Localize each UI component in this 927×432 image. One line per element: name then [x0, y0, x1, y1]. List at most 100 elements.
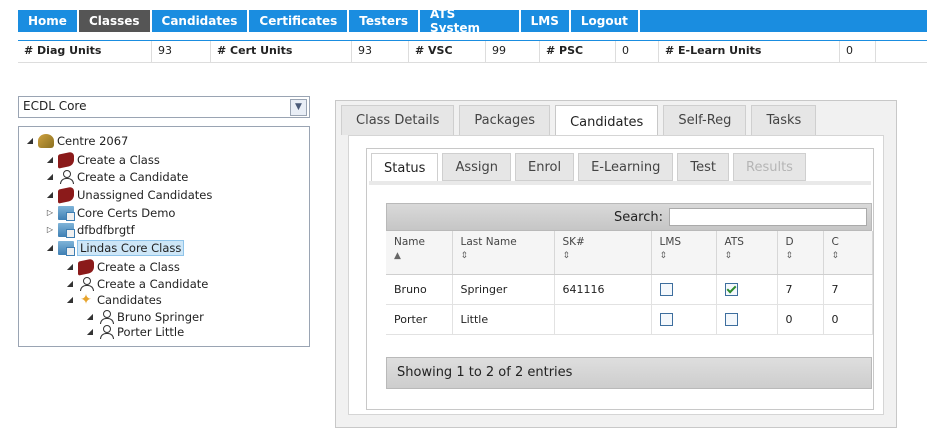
subtab-divider — [369, 181, 871, 185]
chevron-down-icon[interactable]: ▼ — [290, 99, 307, 116]
nav-testers[interactable]: Testers — [349, 10, 421, 32]
cell-ats — [716, 274, 778, 305]
nav-lms[interactable]: LMS — [521, 10, 571, 32]
tree-node-centre[interactable]: ◢ Centre 2067 — [25, 132, 128, 149]
tree-node-label: Unassigned Candidates — [77, 187, 213, 202]
class-panel: Class Details Packages Candidates Self-R… — [335, 100, 897, 428]
table-info-text: Showing 1 to 2 of 2 entries — [397, 365, 573, 380]
tree-node-label: Create a Class — [97, 259, 180, 274]
column-header-c[interactable]: C ⇕ — [823, 231, 873, 275]
expand-triangle-icon[interactable]: ◢ — [65, 295, 75, 304]
tree-node-unassigned-candidates[interactable]: ◢ Unassigned Candidates — [45, 185, 213, 204]
cell-sk: 641116 — [554, 274, 652, 305]
expand-triangle-icon: ◢ — [46, 155, 54, 164]
tree-node-label: Porter Little — [117, 324, 185, 339]
subtab-test[interactable]: Test — [677, 153, 730, 181]
column-header-ats[interactable]: ATS ⇕ — [716, 231, 778, 275]
cell-d: 0 — [777, 304, 824, 335]
column-header-d[interactable]: D ⇕ — [777, 231, 824, 275]
expand-triangle-icon: ◢ — [46, 172, 54, 181]
tree-node-label: Create a Candidate — [77, 169, 189, 184]
tab-candidates[interactable]: Candidates — [555, 105, 659, 138]
sort-icon: ⇕ — [724, 251, 733, 261]
expand-triangle-icon[interactable]: ◢ — [45, 243, 55, 252]
tree-node-label: Create a Class — [77, 152, 160, 167]
table-search-bar: Search: — [386, 203, 872, 231]
nav-candidates[interactable]: Candidates — [152, 10, 250, 32]
collapsed-triangle-icon[interactable]: ▷ — [45, 225, 55, 234]
sort-icon: ⇕ — [785, 251, 794, 261]
person-icon — [98, 324, 114, 339]
course-select[interactable]: ECDL Core ▼ — [18, 96, 310, 118]
table-header-row: Name ▲ Last Name ⇕ SK# ⇕ LMS ⇕ ATS ⇕ D ⇕ C ⇕ — [386, 231, 873, 275]
tree-node-create-candidate[interactable]: ◢ Create a Candidate — [45, 168, 188, 185]
person-icon — [98, 309, 114, 324]
column-header-lms[interactable]: LMS ⇕ — [651, 231, 717, 275]
table-row[interactable]: Porter Little 0 0 — [386, 304, 873, 335]
search-input[interactable] — [669, 208, 867, 226]
subtab-status[interactable]: Status — [371, 153, 439, 183]
collapsed-triangle-icon[interactable]: ▷ — [45, 208, 55, 217]
candidates-tab-body: Status Assign Enrol E-Learning Test Resu… — [348, 135, 884, 415]
person-icon — [58, 169, 74, 184]
stat-value-cert-units: 93 — [351, 41, 409, 62]
subtab-assign[interactable]: Assign — [442, 153, 511, 181]
column-header-last-name[interactable]: Last Name ⇕ — [452, 231, 555, 275]
tree-node-candidates[interactable]: ◢ ✦ Candidates — [65, 291, 162, 308]
table-info-footer: Showing 1 to 2 of 2 entries — [386, 357, 872, 389]
stat-value-psc: 0 — [615, 41, 659, 62]
ats-checkbox[interactable] — [724, 283, 738, 297]
tree-node-core-certs-demo[interactable]: ▷ Core Certs Demo — [45, 204, 175, 221]
sort-icon: ⇕ — [831, 251, 840, 261]
tab-self-reg[interactable]: Self-Reg — [663, 105, 747, 135]
column-header-name[interactable]: Name ▲ — [386, 231, 453, 275]
stat-value-elearn-units: 0 — [839, 41, 876, 62]
star-icon: ✦ — [80, 291, 92, 308]
column-label: ATS — [724, 236, 744, 248]
subtab-enrol[interactable]: Enrol — [514, 153, 575, 181]
tree-node-dfbdfbrgtf[interactable]: ▷ dfbdfbrgtf — [45, 221, 135, 238]
tree-node-create-class-2[interactable]: ◢ Create a Class — [65, 257, 180, 276]
subtab-e-learning[interactable]: E-Learning — [578, 153, 674, 181]
tab-packages[interactable]: Packages — [459, 105, 551, 135]
tree-node-lindas-core-class[interactable]: ◢ Lindas Core Class — [45, 239, 185, 256]
candidates-subpanel: Status Assign Enrol E-Learning Test Resu… — [366, 148, 874, 410]
nav-ats-system[interactable]: ATS System — [420, 7, 521, 35]
search-label: Search: — [613, 210, 663, 225]
sort-icon: ⇕ — [460, 251, 469, 261]
ats-checkbox[interactable] — [724, 313, 738, 327]
tab-class-details[interactable]: Class Details — [341, 105, 455, 135]
folder-icon — [58, 222, 75, 238]
cell-last-name: Little — [452, 304, 555, 335]
nav-certificates[interactable]: Certificates — [249, 10, 350, 32]
expand-triangle-icon: ◢ — [86, 312, 94, 321]
column-label: LMS — [659, 236, 682, 248]
cell-lms — [651, 274, 717, 305]
column-label: SK# — [562, 236, 585, 248]
lms-checkbox[interactable] — [659, 283, 673, 297]
cell-sk — [554, 304, 652, 335]
sort-icon: ⇕ — [659, 251, 668, 261]
column-label: D — [785, 236, 794, 248]
tree-node-label: Candidates — [97, 292, 162, 307]
stat-value-vsc: 99 — [485, 41, 540, 62]
stat-label-psc: # PSC — [546, 44, 584, 57]
expand-triangle-icon[interactable]: ◢ — [25, 136, 35, 145]
expand-triangle-icon: ◢ — [66, 279, 74, 288]
table-row[interactable]: Bruno Springer 641116 7 7 — [386, 274, 873, 305]
cell-lms — [651, 304, 717, 335]
cell-c: 0 — [823, 304, 873, 335]
cell-ats — [716, 304, 778, 335]
tree-node-label: Create a Candidate — [97, 276, 209, 291]
tree-node-porter-little[interactable]: ◢ Porter Little — [85, 323, 184, 340]
tree-node-create-candidate-2[interactable]: ◢ Create a Candidate — [65, 275, 208, 292]
book-icon — [58, 150, 74, 169]
tab-tasks[interactable]: Tasks — [751, 105, 817, 135]
nav-logout[interactable]: Logout — [571, 10, 640, 32]
lms-checkbox[interactable] — [659, 313, 673, 327]
column-label: Last Name — [460, 236, 517, 248]
nav-classes[interactable]: Classes — [78, 10, 152, 32]
column-header-sk[interactable]: SK# ⇕ — [554, 231, 652, 275]
nav-home[interactable]: Home — [18, 10, 79, 32]
tree-node-create-class[interactable]: ◢ Create a Class — [45, 150, 160, 169]
